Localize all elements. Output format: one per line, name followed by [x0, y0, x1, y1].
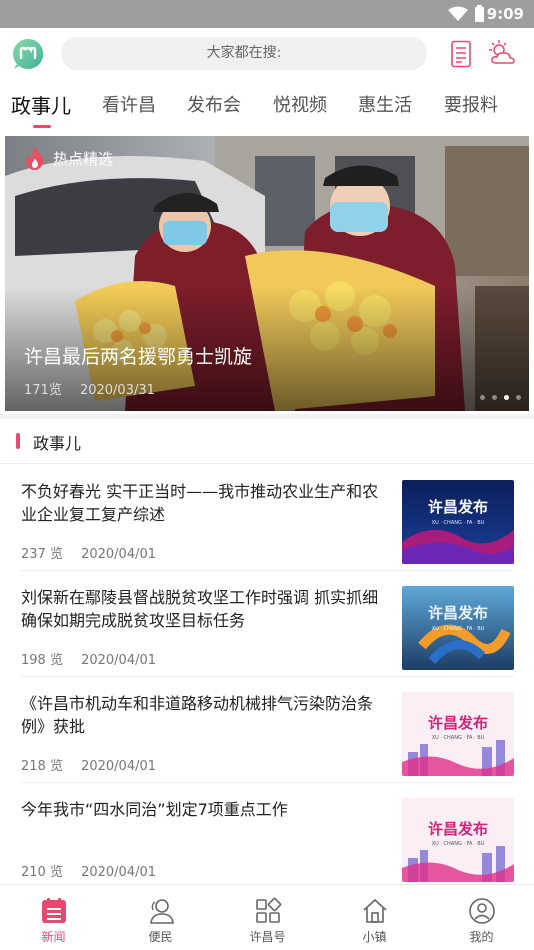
section-header: 政事儿 — [0, 419, 534, 464]
bottom-nav: 新闻 便民 许昌号 小镇 我的 — [0, 884, 534, 949]
news-thumbnail: 许昌发布 XU · CHANG · FA · BU — [402, 692, 514, 776]
nav-label: 便民 — [148, 930, 173, 944]
document-icon[interactable] — [449, 40, 473, 68]
svg-text:许昌发布: 许昌发布 — [428, 604, 488, 622]
list-item[interactable]: 《许昌市机动车和非道路移动机械排气污染防治条例》获批 218 览 2020/04… — [0, 677, 534, 783]
people-icon — [150, 899, 174, 924]
nav-label: 新闻 — [41, 930, 66, 944]
hot-tag: 热点精选 — [25, 146, 113, 170]
battery-icon — [475, 5, 484, 22]
svg-text:许昌发布: 许昌发布 — [428, 498, 488, 516]
news-thumbnail: 许昌发布 XU · CHANG · FA · BU — [402, 586, 514, 670]
featured-banner[interactable]: 热点精选 许昌最后两名援鄂勇士凯旋 171览 2020/03/31 — [5, 136, 529, 411]
news-meta: 237 览 2020/04/01 — [21, 543, 156, 562]
weather-icon[interactable] — [488, 39, 516, 67]
profile-icon — [469, 898, 495, 924]
grid-icon — [256, 897, 282, 923]
app-logo-icon[interactable] — [11, 37, 45, 71]
news-views: 198 览 — [21, 653, 63, 668]
banner-date: 2020/03/31 — [79, 383, 155, 398]
list-item[interactable]: 不负好春光 实干正当时——我市推动农业生产和农业企业复工复产综述 237 览 2… — [0, 465, 534, 571]
carousel-dot[interactable] — [480, 395, 485, 400]
news-date: 2020/04/01 — [81, 547, 157, 562]
tab-report[interactable]: 要报料 — [444, 91, 498, 117]
flame-icon — [26, 147, 43, 170]
news-date: 2020/04/01 — [81, 865, 157, 880]
tab-politics[interactable]: 政事儿 — [11, 90, 71, 119]
status-bar: 9:09 — [0, 0, 534, 28]
home-icon — [363, 898, 387, 923]
svg-text:XU · CHANG · FA · BU: XU · CHANG · FA · BU — [432, 841, 485, 847]
news-title: 《许昌市机动车和非道路移动机械排气污染防治条例》获批 — [21, 694, 374, 736]
search-input[interactable]: 大家都在搜: — [61, 37, 427, 70]
news-views: 237 览 — [21, 547, 63, 562]
nav-town[interactable]: 小镇 — [321, 885, 428, 950]
news-title: 今年我市“四水同治”划定7项重点工作 — [21, 800, 288, 819]
carousel-dots — [480, 395, 521, 400]
banner-views: 171览 — [24, 383, 62, 398]
news-meta: 218 览 2020/04/01 — [21, 755, 156, 774]
nav-xuchang-hao[interactable]: 许昌号 — [214, 885, 321, 950]
carousel-dot[interactable] — [492, 395, 497, 400]
nav-news[interactable]: 新闻 — [0, 885, 107, 950]
banner-meta: 171览 2020/03/31 — [24, 379, 155, 398]
svg-text:许昌发布: 许昌发布 — [428, 714, 488, 732]
banner-title: 许昌最后两名援鄂勇士凯旋 — [24, 346, 253, 368]
tab-xuchang[interactable]: 看许昌 — [102, 91, 156, 117]
nav-services[interactable]: 便民 — [107, 885, 214, 950]
news-date: 2020/04/01 — [81, 759, 157, 774]
news-title: 刘保新在鄢陵县督战脱贫攻坚工作时强调 抓实抓细确保如期完成脱贫攻坚目标任务 — [21, 588, 379, 630]
svg-text:XU · CHANG · FA · BU: XU · CHANG · FA · BU — [432, 735, 485, 741]
section-accent-bar — [16, 433, 20, 449]
nav-label: 我的 — [469, 930, 494, 944]
news-thumbnail: 许昌发布 XU · CHANG · FA · BU — [402, 480, 514, 564]
nav-label: 许昌号 — [249, 930, 286, 944]
news-views: 218 览 — [21, 759, 63, 774]
news-thumbnail: 许昌发布 XU · CHANG · FA · BU — [402, 798, 514, 882]
svg-text:许昌发布: 许昌发布 — [428, 820, 488, 838]
nav-mine[interactable]: 我的 — [428, 885, 534, 950]
hot-tag-label: 热点精选 — [53, 149, 114, 168]
news-title: 不负好春光 实干正当时——我市推动农业生产和农业企业复工复产综述 — [21, 482, 379, 524]
svg-text:XU · CHANG · FA · BU: XU · CHANG · FA · BU — [432, 626, 485, 632]
news-meta: 210 览 2020/04/01 — [21, 861, 156, 880]
list-item[interactable]: 今年我市“四水同治”划定7项重点工作 210 览 2020/04/01 许昌发布… — [0, 783, 534, 889]
news-icon — [42, 898, 66, 923]
active-tab-indicator — [33, 125, 51, 128]
svg-text:XU · CHANG · FA · BU: XU · CHANG · FA · BU — [432, 520, 485, 526]
news-date: 2020/04/01 — [81, 653, 157, 668]
category-tabs: 政事儿 看许昌 发布会 悦视频 惠生活 要报料 — [0, 80, 534, 130]
top-bar: 大家都在搜: — [0, 28, 534, 80]
carousel-dot[interactable] — [516, 395, 521, 400]
banner-image — [5, 136, 529, 411]
carousel-dot[interactable] — [504, 395, 509, 400]
tab-press[interactable]: 发布会 — [187, 91, 241, 117]
wifi-icon — [448, 6, 468, 21]
status-time: 9:09 — [486, 5, 524, 23]
news-meta: 198 览 2020/04/01 — [21, 649, 156, 668]
tab-video[interactable]: 悦视频 — [273, 91, 327, 117]
nav-label: 小镇 — [362, 930, 387, 944]
list-item[interactable]: 刘保新在鄢陵县督战脱贫攻坚工作时强调 抓实抓细确保如期完成脱贫攻坚目标任务 19… — [0, 571, 534, 677]
section-title: 政事儿 — [33, 434, 82, 453]
tab-life[interactable]: 惠生活 — [358, 91, 412, 117]
news-views: 210 览 — [21, 865, 63, 880]
